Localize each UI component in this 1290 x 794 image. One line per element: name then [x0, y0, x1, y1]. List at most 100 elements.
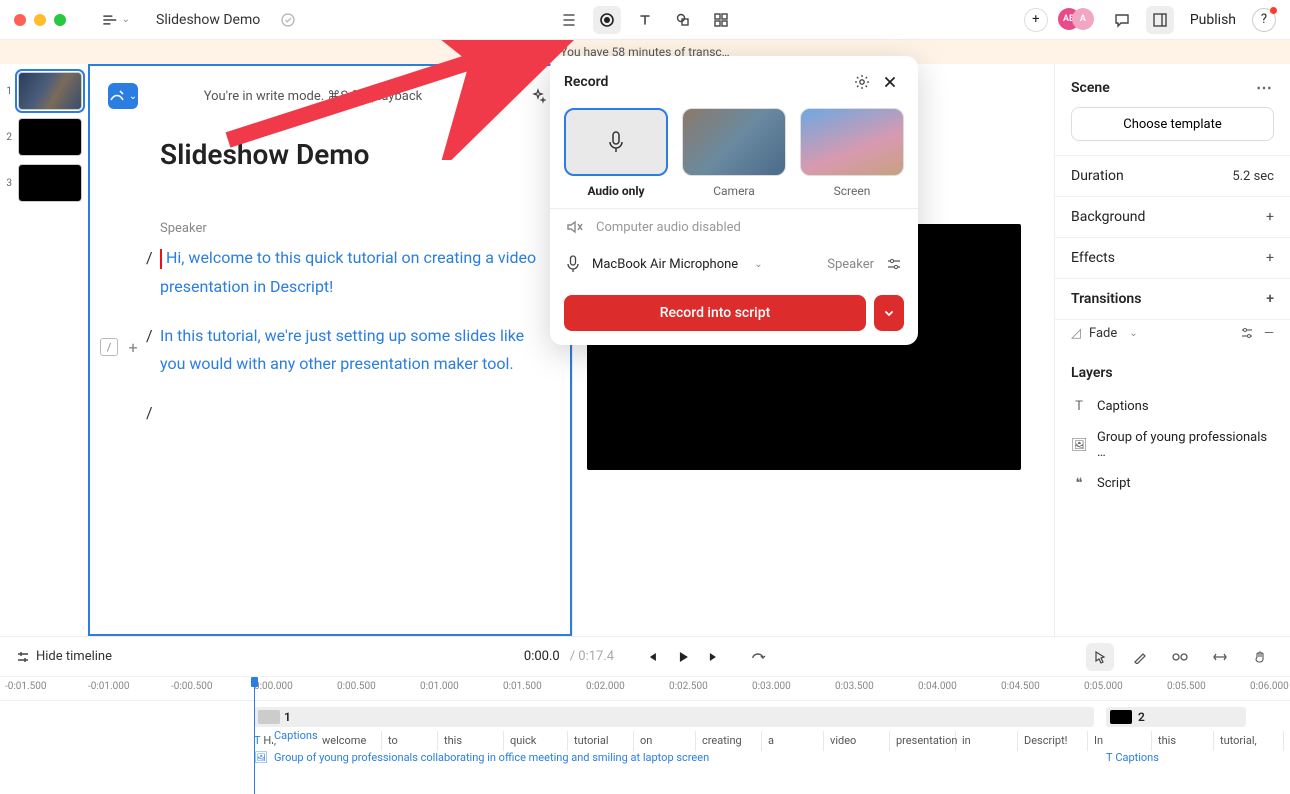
- microphone-row[interactable]: MacBook Air Microphone⌄ Speaker: [550, 245, 918, 283]
- help-icon[interactable]: ?: [1252, 8, 1276, 32]
- word-token[interactable]: on: [634, 731, 696, 751]
- shapes-icon[interactable]: [669, 6, 697, 34]
- current-time: 0:00.0: [524, 649, 560, 664]
- choose-template-button[interactable]: Choose template: [1071, 107, 1274, 141]
- panel-toggle-icon[interactable]: [1146, 6, 1174, 34]
- word-token[interactable]: welcome: [316, 731, 382, 751]
- word-token[interactable]: In: [1088, 731, 1152, 751]
- insert-plus-button[interactable]: +: [124, 338, 142, 356]
- script-paragraph[interactable]: /In this tutorial, we're just setting up…: [160, 322, 552, 380]
- script-title[interactable]: Slideshow Demo: [160, 138, 552, 171]
- word-token[interactable]: creating: [696, 731, 762, 751]
- range-tool-icon[interactable]: [1206, 643, 1234, 671]
- script-paragraph[interactable]: /Hi, welcome to this quick tutorial on c…: [160, 244, 552, 302]
- word-token[interactable]: tutorial,: [1214, 731, 1284, 751]
- record-close-icon[interactable]: [876, 68, 904, 96]
- skip-back-icon[interactable]: [644, 650, 658, 664]
- loop-icon[interactable]: [750, 650, 766, 664]
- add-transition-icon[interactable]: +: [1266, 291, 1274, 307]
- window-minimize[interactable]: [34, 14, 46, 26]
- asset-track-label[interactable]: Group of young professionals collaborati…: [254, 751, 709, 764]
- record-settings-icon[interactable]: [848, 68, 876, 96]
- transition-remove-icon[interactable]: —: [1264, 326, 1274, 341]
- word-token[interactable]: video: [824, 731, 890, 751]
- transitions-header: Transitions+: [1055, 279, 1290, 320]
- layer-item[interactable]: ❝Script: [1071, 468, 1274, 499]
- text-tool-icon[interactable]: [631, 6, 659, 34]
- captions-track-label[interactable]: T Captions: [1106, 751, 1159, 764]
- record-dropdown-button[interactable]: [874, 295, 904, 331]
- word-token[interactable]: tutorial: [568, 731, 634, 751]
- comments-icon[interactable]: [1108, 6, 1136, 34]
- captions-badge[interactable]: Captions: [272, 729, 320, 742]
- layout-icon[interactable]: [555, 6, 583, 34]
- microphone-icon: [566, 255, 580, 273]
- search-icon[interactable]: [488, 82, 516, 110]
- time-ruler[interactable]: -0:01.500-0:01.000-0:00.5000:00.0000:00.…: [0, 677, 1290, 701]
- timeline-tracks[interactable]: 1 2 T Hi, Captions welcometothisquicktut…: [0, 701, 1290, 794]
- insert-slash-button[interactable]: /: [100, 338, 118, 356]
- blade-tool-icon[interactable]: [1126, 643, 1154, 671]
- slide-thumb[interactable]: 2: [0, 116, 88, 162]
- playhead[interactable]: [254, 677, 255, 794]
- scene-clip[interactable]: 1: [254, 707, 1094, 727]
- word-token[interactable]: Descript!: [1018, 731, 1088, 751]
- window-zoom[interactable]: [54, 14, 66, 26]
- word-token[interactable]: this: [438, 731, 504, 751]
- speaker-label[interactable]: Speaker: [160, 221, 552, 236]
- link-tool-icon[interactable]: [1166, 643, 1194, 671]
- record-popover: Record Audio only Camera Screen Computer…: [550, 56, 918, 345]
- add-background-icon[interactable]: +: [1266, 209, 1274, 225]
- window-close[interactable]: [14, 14, 26, 26]
- record-option-audio[interactable]: Audio only: [564, 108, 668, 198]
- collaborator-avatars[interactable]: AB A: [1058, 8, 1098, 32]
- write-mode-icon[interactable]: ⌄: [108, 83, 138, 109]
- publish-button[interactable]: Publish: [1184, 12, 1242, 28]
- pointer-tool-icon[interactable]: [1086, 643, 1114, 671]
- project-title[interactable]: Slideshow Demo: [156, 12, 260, 28]
- transition-settings-icon[interactable]: [1240, 326, 1254, 341]
- timeline: Hide timeline 0:00.0 / 0:17.4 -0:01.500-…: [0, 636, 1290, 794]
- skip-forward-icon[interactable]: [708, 650, 722, 664]
- transition-fade-row[interactable]: ◿ Fade⌄ —: [1055, 320, 1290, 353]
- scene-clip[interactable]: 2: [1106, 707, 1246, 727]
- speaker-select[interactable]: Speaker: [827, 257, 874, 272]
- hand-tool-icon[interactable]: [1246, 643, 1274, 671]
- word-token[interactable]: presentation: [890, 731, 956, 751]
- scene-more-icon[interactable]: ⋯: [1256, 78, 1274, 97]
- speaker-muted-icon: [566, 219, 584, 235]
- layer-item[interactable]: TCaptions: [1071, 391, 1274, 422]
- record-title: Record: [564, 74, 848, 90]
- mic-settings-icon[interactable]: [886, 257, 902, 271]
- record-icon[interactable]: [593, 6, 621, 34]
- play-icon[interactable]: [676, 650, 690, 664]
- avatar: A: [1072, 8, 1094, 30]
- word-token[interactable]: a: [762, 731, 824, 751]
- slide-thumb[interactable]: 1: [0, 70, 88, 116]
- effects-row[interactable]: Effects+: [1055, 238, 1290, 279]
- grid-icon[interactable]: [707, 6, 735, 34]
- total-time: 0:17.4: [578, 649, 614, 664]
- record-into-script-button[interactable]: Record into script: [564, 295, 866, 331]
- word-track[interactable]: welcometothisquicktutorialoncreatingavid…: [316, 731, 1290, 751]
- slide-thumb[interactable]: 3: [0, 162, 88, 208]
- word-token[interactable]: to: [382, 731, 438, 751]
- record-option-camera[interactable]: Camera: [682, 108, 786, 198]
- properties-sidebar: Scene⋯ Choose template Duration5.2 sec B…: [1054, 64, 1290, 636]
- duration-row[interactable]: Duration5.2 sec: [1055, 156, 1290, 197]
- word-token[interactable]: quick: [504, 731, 568, 751]
- sync-status-icon: [274, 6, 302, 34]
- project-menu-icon[interactable]: ⌄: [102, 6, 130, 34]
- hide-timeline-button[interactable]: Hide timeline: [16, 649, 112, 664]
- invite-button[interactable]: +: [1024, 8, 1048, 32]
- record-option-screen[interactable]: Screen: [800, 108, 904, 198]
- word-token[interactable]: this: [1152, 731, 1214, 751]
- layer-item[interactable]: 🖼Group of young professionals …: [1071, 422, 1274, 468]
- background-row[interactable]: Background+: [1055, 197, 1290, 238]
- word-token[interactable]: in: [956, 731, 1018, 751]
- ai-sparkle-icon[interactable]: [524, 82, 552, 110]
- computer-audio-row[interactable]: Computer audio disabled: [550, 209, 918, 245]
- slide-thumbnails: 1 2 3: [0, 64, 88, 636]
- script-editor[interactable]: ⌄ You're in write mode. ⌘S for playback …: [88, 64, 572, 636]
- add-effect-icon[interactable]: +: [1266, 250, 1274, 266]
